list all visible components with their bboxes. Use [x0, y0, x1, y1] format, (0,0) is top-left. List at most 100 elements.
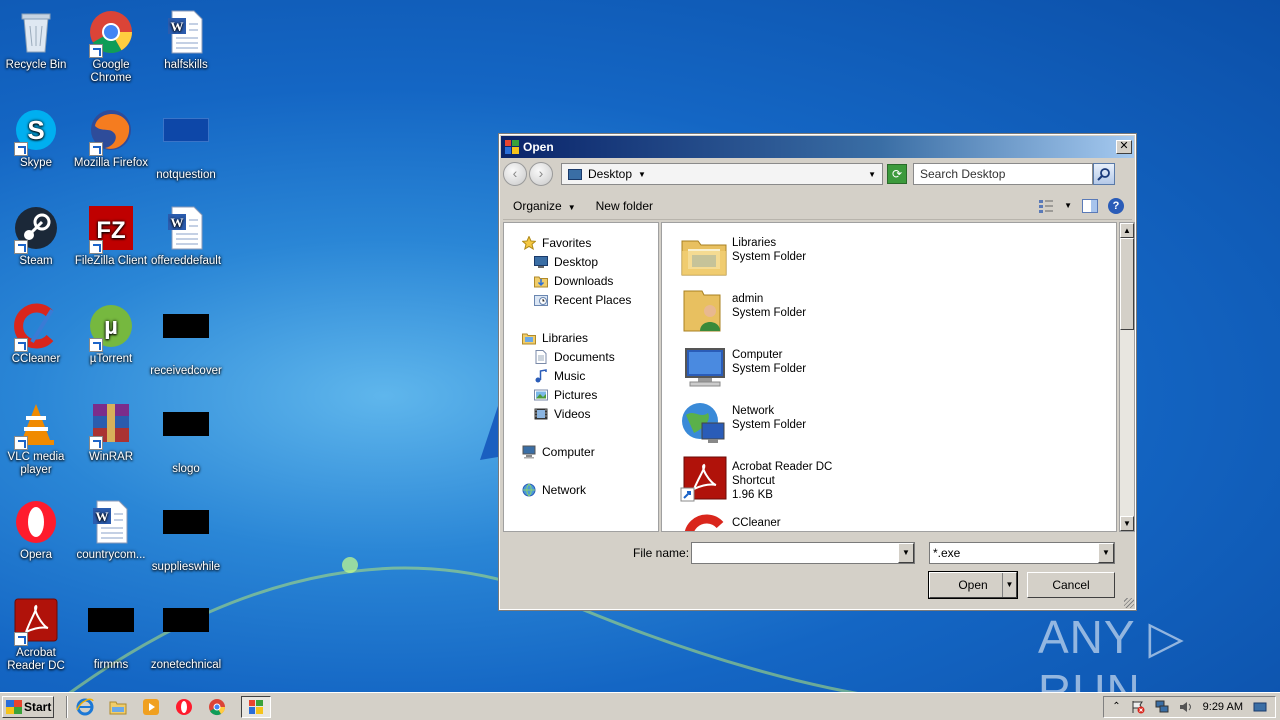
desktop-icon-opera[interactable]: Opera: [0, 498, 74, 562]
desktop-icon-notquestion[interactable]: notquestion: [148, 106, 224, 182]
opera-taskbar-icon[interactable]: [175, 698, 193, 716]
network-icon: [522, 483, 536, 496]
explorer-folder-icon[interactable]: [109, 698, 127, 716]
libraries-folder-icon: [680, 231, 728, 279]
scroll-up-icon[interactable]: ▲: [1120, 223, 1134, 238]
volume-icon[interactable]: [1179, 700, 1193, 714]
close-button[interactable]: ✕: [1116, 140, 1132, 154]
desktop-icon-slogo[interactable]: slogo: [148, 400, 224, 476]
svg-text:W: W: [96, 509, 109, 524]
nav-item-desktop[interactable]: Desktop: [504, 252, 658, 271]
file-item-computer[interactable]: Computer System Folder: [680, 343, 806, 391]
new-folder-button[interactable]: New folder: [596, 199, 653, 213]
open-button[interactable]: Open ▼: [928, 571, 1018, 599]
nav-item-pictures[interactable]: Pictures: [504, 385, 658, 404]
refresh-button[interactable]: ⟳: [887, 164, 907, 184]
file-type-filter[interactable]: *.exe ▼: [929, 542, 1115, 564]
file-item-libraries[interactable]: Libraries System Folder: [680, 231, 806, 279]
search-button[interactable]: [1093, 163, 1115, 185]
videos-icon: [534, 408, 548, 419]
dialog-titlebar[interactable]: Open ✕: [501, 136, 1134, 158]
desktop-icon-skype[interactable]: S Skype: [0, 106, 74, 170]
nav-item-downloads[interactable]: Downloads: [504, 271, 658, 290]
desktop-icon-offereddefault[interactable]: W offereddefault: [148, 204, 224, 268]
nav-item-videos[interactable]: Videos: [504, 404, 658, 423]
organize-menu[interactable]: Organize ▼: [513, 199, 576, 213]
acrobat-icon: [12, 596, 60, 646]
recent-places-icon: [534, 294, 548, 306]
desktop-icon-winrar[interactable]: WinRAR: [73, 400, 149, 464]
help-icon[interactable]: ?: [1108, 197, 1124, 214]
scroll-down-icon[interactable]: ▼: [1120, 516, 1134, 531]
file-name-input[interactable]: ▼: [691, 542, 915, 564]
svg-text:W: W: [171, 19, 184, 34]
documents-icon: [535, 349, 547, 364]
file-name-label: File name:: [633, 546, 690, 560]
desktop-icon-filezilla[interactable]: FZ FileZilla Client: [73, 204, 149, 268]
desktop-icon-countrycom[interactable]: W countrycom...: [73, 498, 149, 562]
cancel-button[interactable]: Cancel: [1027, 572, 1115, 598]
command-bar: Organize ▼ New folder ▼ ?: [503, 192, 1132, 220]
desktop-icon-firefox[interactable]: Mozilla Firefox: [73, 106, 149, 170]
action-center-flag-icon[interactable]: [1131, 700, 1145, 714]
open-split-arrow-icon[interactable]: ▼: [1002, 573, 1016, 597]
ccleaner-icon: [12, 302, 60, 352]
desktop-icon-chrome[interactable]: Google Chrome: [73, 8, 149, 85]
desktop-icon-supplieswhile[interactable]: supplieswhile: [148, 498, 224, 574]
preview-pane-icon[interactable]: [1082, 198, 1098, 213]
close-icon: ✕: [1119, 140, 1129, 152]
show-desktop-icon[interactable]: [1253, 700, 1267, 714]
desktop-icon-recycle-bin[interactable]: Recycle Bin: [0, 8, 74, 72]
desktop-icon-receivedcover[interactable]: receivedcover: [148, 302, 224, 378]
refresh-icon: ⟳: [891, 167, 903, 181]
resize-grip[interactable]: [1124, 598, 1134, 608]
filezilla-icon: FZ: [87, 204, 135, 254]
libraries-icon: [522, 333, 536, 344]
desktop-icon-utorrent[interactable]: µ µTorrent: [73, 302, 149, 366]
desktop-icon-firmms[interactable]: firmms: [73, 596, 149, 672]
internet-explorer-icon[interactable]: [76, 698, 94, 716]
file-thumbnail-icon: [162, 118, 210, 166]
clock[interactable]: 9:29 AM: [1203, 701, 1243, 713]
forward-button[interactable]: ›: [529, 162, 553, 186]
network-tray-icon[interactable]: [1155, 700, 1169, 714]
view-options-icon[interactable]: [1038, 199, 1054, 213]
nav-item-libraries[interactable]: Libraries: [504, 328, 658, 347]
desktop-icon-vlc[interactable]: VLC media player: [0, 400, 74, 477]
desktop-icon-zonetechnical[interactable]: zonetechnical: [148, 596, 224, 672]
nav-item-recent-places[interactable]: Recent Places: [504, 290, 658, 309]
scroll-thumb[interactable]: [1120, 238, 1134, 330]
desktop-icon-acrobat[interactable]: Acrobat Reader DC: [0, 596, 74, 673]
nav-item-network[interactable]: Network: [504, 480, 658, 499]
address-dropdown-icon[interactable]: ▼: [868, 170, 876, 179]
breadcrumb-arrow-icon[interactable]: ▼: [638, 170, 646, 179]
view-dropdown-icon[interactable]: ▼: [1064, 201, 1072, 210]
search-input[interactable]: Search Desktop: [913, 163, 1093, 185]
nav-item-favorites[interactable]: Favorites: [504, 233, 658, 252]
start-button[interactable]: Start: [2, 695, 54, 718]
chrome-icon: [87, 8, 135, 58]
filter-dropdown-icon[interactable]: ▼: [1098, 543, 1114, 563]
file-thumbnail-icon: [87, 608, 135, 656]
nav-item-computer[interactable]: Computer: [504, 442, 658, 461]
file-name-dropdown-icon[interactable]: ▼: [898, 543, 914, 563]
file-item-network[interactable]: Network System Folder: [680, 399, 806, 447]
show-hidden-icons-icon[interactable]: ⌃: [1112, 701, 1120, 712]
desktop-icon-ccleaner[interactable]: CCleaner: [0, 302, 74, 366]
back-button[interactable]: ‹: [503, 162, 527, 186]
windows-logo-icon: [6, 699, 22, 714]
media-player-icon[interactable]: [142, 698, 160, 716]
chrome-taskbar-icon[interactable]: [208, 698, 226, 716]
nav-item-music[interactable]: Music: [504, 366, 658, 385]
taskbar-open-dialog-button[interactable]: [241, 695, 271, 718]
desktop-icon: [534, 255, 548, 268]
desktop-icon-steam[interactable]: Steam: [0, 204, 74, 268]
chevron-down-icon: ▼: [567, 202, 576, 212]
desktop-icon-halfskills[interactable]: W halfskills: [148, 8, 224, 72]
file-list-scrollbar[interactable]: ▲ ▼: [1119, 222, 1135, 532]
nav-item-documents[interactable]: Documents: [504, 347, 658, 366]
file-item-acrobat-reader-dc[interactable]: Acrobat Reader DC Shortcut 1.96 KB: [680, 455, 832, 503]
address-bar[interactable]: Desktop ▼ ▼: [561, 163, 883, 185]
file-item-ccleaner[interactable]: CCleaner Shortcut: [680, 511, 781, 531]
file-item-admin[interactable]: admin System Folder: [680, 287, 806, 335]
